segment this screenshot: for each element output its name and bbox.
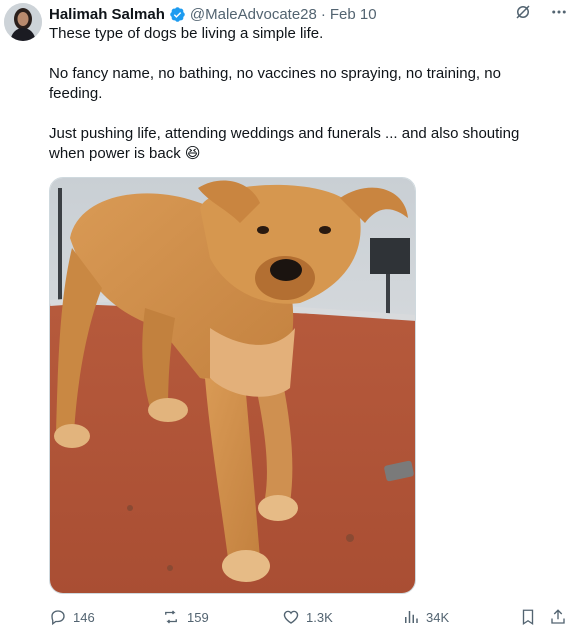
reply-button[interactable]: 146 bbox=[49, 608, 95, 626]
tweet-text: These type of dogs be living a simple li… bbox=[49, 24, 549, 164]
verified-badge-icon bbox=[169, 6, 186, 23]
tweet-line-3: Just pushing life, attending weddings an… bbox=[49, 125, 520, 162]
tweet-header: Halimah Salmah @MaleAdvocate28 · Feb 10 bbox=[49, 4, 377, 24]
share-icon bbox=[549, 608, 567, 626]
more-options-icon[interactable] bbox=[550, 3, 568, 21]
tweet-photo[interactable] bbox=[49, 177, 416, 594]
action-bar: 146 159 1.3K 34K bbox=[49, 608, 569, 630]
retweet-count: 159 bbox=[187, 609, 209, 625]
author-handle[interactable]: @MaleAdvocate28 bbox=[190, 6, 317, 23]
top-actions bbox=[514, 3, 568, 21]
bookmark-button[interactable] bbox=[519, 608, 537, 626]
reply-icon bbox=[49, 608, 67, 626]
grok-icon[interactable] bbox=[514, 3, 532, 21]
tweet-post: Halimah Salmah @MaleAdvocate28 · Feb 10 … bbox=[0, 0, 582, 642]
views-icon bbox=[402, 608, 420, 626]
avatar[interactable] bbox=[4, 3, 42, 41]
author-name[interactable]: Halimah Salmah bbox=[49, 6, 165, 23]
reply-count: 146 bbox=[73, 609, 95, 625]
views-count: 34K bbox=[426, 609, 450, 625]
like-button[interactable]: 1.3K bbox=[282, 608, 333, 626]
like-count: 1.3K bbox=[306, 609, 333, 625]
retweet-button[interactable]: 159 bbox=[161, 608, 209, 626]
like-icon bbox=[282, 608, 300, 626]
post-date[interactable]: Feb 10 bbox=[330, 6, 377, 23]
tweet-line-2: No fancy name, no bathing, no vaccines n… bbox=[49, 65, 501, 102]
separator-dot: · bbox=[320, 5, 326, 23]
views-button[interactable]: 34K bbox=[402, 608, 449, 626]
share-button[interactable] bbox=[549, 608, 567, 626]
tweet-line-1: These type of dogs be living a simple li… bbox=[49, 25, 324, 42]
retweet-icon bbox=[161, 608, 181, 626]
bookmark-icon bbox=[519, 608, 537, 626]
